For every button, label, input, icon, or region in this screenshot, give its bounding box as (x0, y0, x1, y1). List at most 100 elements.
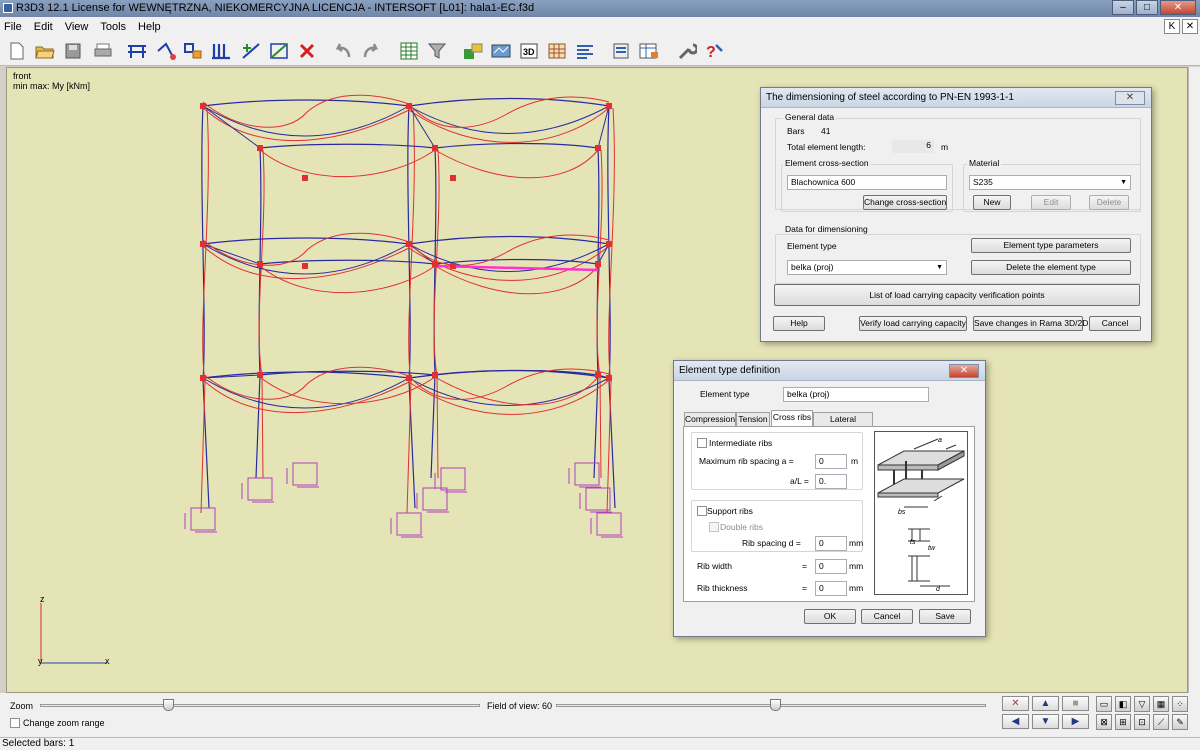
tab-tension[interactable]: Tension (736, 412, 770, 426)
save-changes-button[interactable]: Save changes in Rama 3D/2D (973, 316, 1088, 331)
tie-bar[interactable] (202, 105, 261, 149)
new-file-icon[interactable] (6, 40, 28, 62)
delete-material-button[interactable]: Delete (1089, 195, 1129, 210)
pan-up-button[interactable]: ▲ (1032, 696, 1059, 711)
etype-save-button[interactable]: Save (919, 609, 971, 624)
zoom-slider-thumb[interactable] (162, 699, 174, 711)
node[interactable] (406, 103, 412, 109)
grid-icon[interactable] (546, 40, 568, 62)
minimize-button[interactable]: – (1112, 0, 1134, 15)
reset-view-button[interactable]: ✕ (1002, 696, 1029, 711)
node[interactable] (595, 372, 601, 378)
node[interactable] (257, 145, 263, 151)
support-ribs-checkbox[interactable] (697, 506, 707, 516)
view-xy-icon[interactable]: ⊞ (1115, 714, 1131, 730)
node[interactable] (257, 261, 263, 267)
node[interactable] (257, 372, 263, 378)
deformed-beam[interactable] (202, 105, 610, 137)
a-l-field[interactable]: 0. (815, 474, 847, 489)
node[interactable] (432, 372, 438, 378)
node[interactable] (606, 375, 612, 381)
pan-right-button[interactable]: ▶ (1062, 714, 1089, 729)
menu-tools[interactable]: Tools (100, 21, 126, 33)
etype-cancel-button[interactable]: Cancel (861, 609, 913, 624)
dimension-icon[interactable] (610, 40, 632, 62)
node[interactable] (595, 145, 601, 151)
moment-diagram[interactable] (259, 149, 599, 179)
undo-icon[interactable] (332, 40, 354, 62)
results-icon[interactable] (490, 40, 512, 62)
menu-edit[interactable]: Edit (34, 21, 53, 33)
rib-width-field[interactable]: 0 (815, 559, 847, 574)
3d-view-icon[interactable]: 3D (518, 40, 540, 62)
mdi-close-button[interactable]: ✕ (1182, 19, 1198, 34)
list-verification-points-button[interactable]: List of load carrying capacity verificat… (774, 284, 1140, 306)
etype-field[interactable]: belka (proj) (783, 387, 929, 402)
dimensioning-close-button[interactable]: ✕ (1115, 91, 1145, 105)
view-front-icon[interactable]: ◧ (1115, 696, 1131, 712)
add-bars-icon[interactable] (126, 40, 148, 62)
verify-capacity-button[interactable]: Verify load carrying capacity (859, 316, 967, 331)
cancel-button[interactable]: Cancel (1089, 316, 1141, 331)
moment-diagram[interactable] (202, 379, 610, 415)
maximize-button[interactable]: □ (1136, 0, 1158, 15)
support[interactable] (286, 462, 319, 488)
tab-compression[interactable]: Compression (684, 412, 736, 426)
intermediate-ribs-checkbox[interactable] (697, 438, 707, 448)
calculate-icon[interactable] (462, 40, 484, 62)
view-pen-icon[interactable]: ✎ (1172, 714, 1188, 730)
divide-icon[interactable] (240, 40, 262, 62)
ok-button[interactable]: OK (804, 609, 856, 624)
change-zoom-checkbox[interactable] (10, 718, 20, 728)
pan-down-button[interactable]: ▼ (1032, 714, 1059, 729)
menu-file[interactable]: File (4, 21, 22, 33)
view-diagonal-icon[interactable]: ⟋ (1153, 714, 1169, 730)
copy-bars-icon[interactable] (182, 40, 204, 62)
view-grid-icon[interactable]: ▦ (1153, 696, 1169, 712)
node[interactable] (606, 103, 612, 109)
element-type-select[interactable]: belka (proj) ▼ (787, 260, 947, 275)
print-icon[interactable] (92, 40, 114, 62)
menu-view[interactable]: View (65, 21, 89, 33)
node[interactable] (406, 375, 412, 381)
max-spacing-field[interactable]: 0 (815, 454, 847, 469)
settings-icon[interactable] (676, 40, 698, 62)
save-icon[interactable] (62, 40, 84, 62)
double-ribs-checkbox[interactable] (709, 522, 719, 532)
select-nodes-icon[interactable] (268, 40, 290, 62)
material-select[interactable]: S235 ▼ (969, 175, 1131, 190)
node[interactable] (200, 375, 206, 381)
help-icon[interactable]: ? (704, 40, 726, 62)
lock-view-button[interactable]: ■ (1062, 696, 1089, 711)
columns-icon[interactable] (210, 40, 232, 62)
tab-lateral-buckling[interactable]: Lateral buckling (813, 412, 873, 437)
rib-thickness-field[interactable]: 0 (815, 581, 847, 596)
help-button[interactable]: Help (773, 316, 825, 331)
node[interactable] (200, 103, 206, 109)
element-type-close-button[interactable]: ✕ (949, 364, 979, 378)
node[interactable] (450, 263, 456, 269)
column[interactable] (593, 147, 600, 479)
nodes-icon[interactable] (154, 40, 176, 62)
support[interactable] (416, 487, 449, 513)
node[interactable] (432, 261, 438, 267)
delete-element-type-button[interactable]: Delete the element type (971, 260, 1131, 275)
node[interactable] (200, 241, 206, 247)
view-dots-icon[interactable]: ⁘ (1172, 696, 1188, 712)
support[interactable] (568, 462, 601, 488)
view-iso-icon[interactable]: ⊡ (1134, 714, 1150, 730)
column[interactable] (430, 147, 437, 479)
change-cross-section-button[interactable]: Change cross-section (863, 195, 947, 210)
column[interactable] (255, 147, 262, 479)
node[interactable] (406, 241, 412, 247)
close-button[interactable]: ✕ (1160, 0, 1196, 15)
node[interactable] (302, 175, 308, 181)
fov-slider-thumb[interactable] (770, 699, 782, 711)
support[interactable] (590, 512, 623, 538)
node[interactable] (450, 175, 456, 181)
open-file-icon[interactable] (34, 40, 56, 62)
moment-diagram[interactable] (259, 265, 599, 295)
support[interactable] (390, 512, 423, 538)
node[interactable] (595, 261, 601, 267)
filter-icon[interactable] (426, 40, 448, 62)
